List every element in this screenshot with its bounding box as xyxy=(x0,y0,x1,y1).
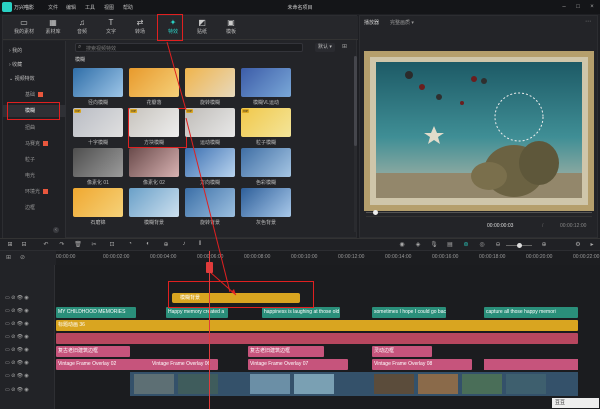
annotation-arrows xyxy=(166,41,237,296)
brand-tag: 豆豆 xyxy=(552,398,599,408)
playhead-handle[interactable] xyxy=(206,262,213,273)
playhead[interactable] xyxy=(209,251,210,409)
